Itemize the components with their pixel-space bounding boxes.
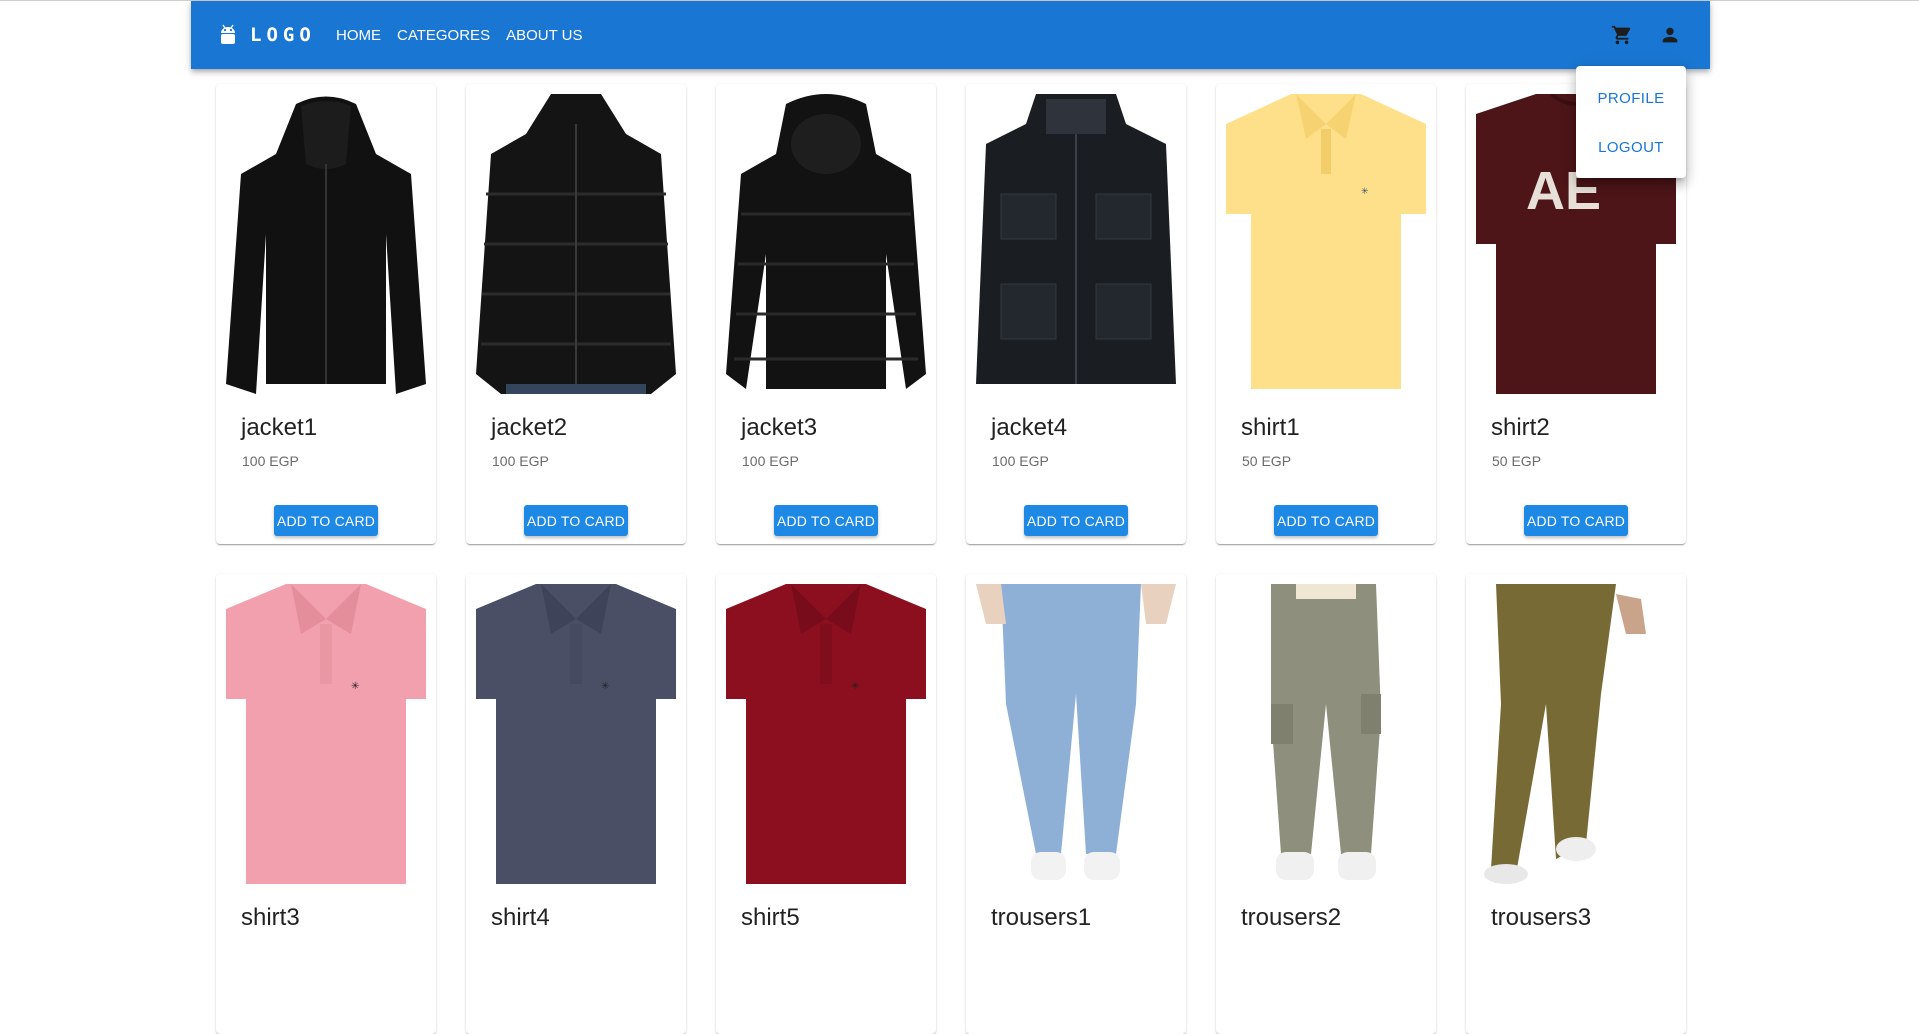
product-image[interactable] <box>476 94 676 394</box>
product-price: 100 EGP <box>992 453 1049 469</box>
product-card: ✳ shirt1 50 EGP ADD TO CARD <box>1216 84 1436 544</box>
black-down-jacket <box>726 94 926 389</box>
add-to-cart-button[interactable]: ADD TO CARD <box>274 505 378 536</box>
product-grid: jacket1 100 EGP ADD TO CARD jacket2 100 … <box>216 84 1686 1034</box>
product-card: trousers2 <box>1216 574 1436 1034</box>
product-price: 100 EGP <box>742 453 799 469</box>
logo-text: LOGO <box>250 24 316 46</box>
grey-cargo-trousers <box>1271 584 1381 880</box>
product-price: 50 EGP <box>1242 453 1292 469</box>
shopping-cart-icon <box>1611 25 1631 45</box>
app-bar: LOGO HOME CATEGORES ABOUT US <box>191 1 1710 69</box>
product-name: shirt4 <box>491 904 550 931</box>
black-field-jacket <box>976 94 1176 384</box>
nav-categories[interactable]: CATEGORES <box>389 21 498 50</box>
product-name: trousers1 <box>991 904 1092 931</box>
product-card: ✳ shirt4 <box>466 574 686 1034</box>
product-name: trousers2 <box>1241 904 1342 931</box>
add-to-cart-button[interactable]: ADD TO CARD <box>1024 505 1128 536</box>
brand[interactable]: LOGO <box>218 1 316 69</box>
product-image[interactable] <box>726 94 926 394</box>
yellow-polo-shirt: ✳ <box>1226 94 1426 389</box>
add-to-cart-button[interactable]: ADD TO CARD <box>774 505 878 536</box>
add-to-cart-button[interactable]: ADD TO CARD <box>1524 505 1628 536</box>
product-image[interactable]: ✳ <box>1226 94 1426 394</box>
menu-item-profile[interactable]: PROFILE <box>1576 74 1686 123</box>
product-price: 50 EGP <box>1492 453 1542 469</box>
account-menu: PROFILE LOGOUT <box>1576 66 1686 178</box>
product-image[interactable] <box>226 94 426 394</box>
blue-jeans <box>976 584 1176 880</box>
product-card: jacket4 100 EGP ADD TO CARD <box>966 84 1186 544</box>
product-card: ✳ shirt5 <box>716 574 936 1034</box>
product-card: trousers1 <box>966 574 1186 1034</box>
add-to-cart-button[interactable]: ADD TO CARD <box>524 505 628 536</box>
menu-item-logout[interactable]: LOGOUT <box>1576 123 1686 172</box>
product-card: jacket2 100 EGP ADD TO CARD <box>466 84 686 544</box>
product-image[interactable] <box>1226 584 1426 884</box>
svg-text:✳: ✳ <box>601 681 609 692</box>
app-bar-actions <box>1608 1 1684 69</box>
main-nav: HOME CATEGORES ABOUT US <box>328 1 590 69</box>
navy-polo-shirt: ✳ <box>476 584 676 884</box>
product-image[interactable]: ✳ <box>476 584 676 884</box>
android-icon <box>218 24 238 46</box>
add-to-cart-button[interactable]: ADD TO CARD <box>1274 505 1378 536</box>
svg-text:✳: ✳ <box>851 681 859 692</box>
product-card: trousers3 <box>1466 574 1686 1034</box>
product-card: jacket3 100 EGP ADD TO CARD <box>716 84 936 544</box>
black-zip-hoodie <box>226 96 426 394</box>
product-card: jacket1 100 EGP ADD TO CARD <box>216 84 436 544</box>
product-image[interactable]: ✳ <box>726 584 926 884</box>
product-image[interactable]: ✳ <box>226 584 426 884</box>
product-card: ✳ shirt3 <box>216 574 436 1034</box>
product-name: jacket4 <box>991 414 1068 441</box>
cart-button[interactable] <box>1608 21 1636 49</box>
account-button[interactable] <box>1656 21 1684 49</box>
nav-home[interactable]: HOME <box>328 21 389 50</box>
product-price: 100 EGP <box>242 453 299 469</box>
svg-text:✳: ✳ <box>351 681 359 692</box>
product-image[interactable] <box>976 584 1176 884</box>
olive-chino-trousers <box>1484 584 1646 884</box>
pink-polo-shirt: ✳ <box>226 584 426 884</box>
product-image[interactable] <box>1476 584 1676 884</box>
product-price: 100 EGP <box>492 453 549 469</box>
product-name: jacket2 <box>491 414 568 441</box>
product-name: trousers3 <box>1491 904 1592 931</box>
product-name: jacket3 <box>741 414 818 441</box>
nav-about-us[interactable]: ABOUT US <box>498 21 590 50</box>
product-name: shirt1 <box>1241 414 1300 441</box>
product-image[interactable] <box>976 94 1176 394</box>
product-name: shirt5 <box>741 904 800 931</box>
account-icon <box>1662 27 1678 43</box>
svg-text:✳: ✳ <box>1361 186 1369 196</box>
product-name: shirt3 <box>241 904 300 931</box>
red-polo-shirt: ✳ <box>726 584 926 884</box>
product-name: shirt2 <box>1491 414 1550 441</box>
black-puffer-jacket <box>476 94 676 394</box>
product-name: jacket1 <box>241 414 318 441</box>
